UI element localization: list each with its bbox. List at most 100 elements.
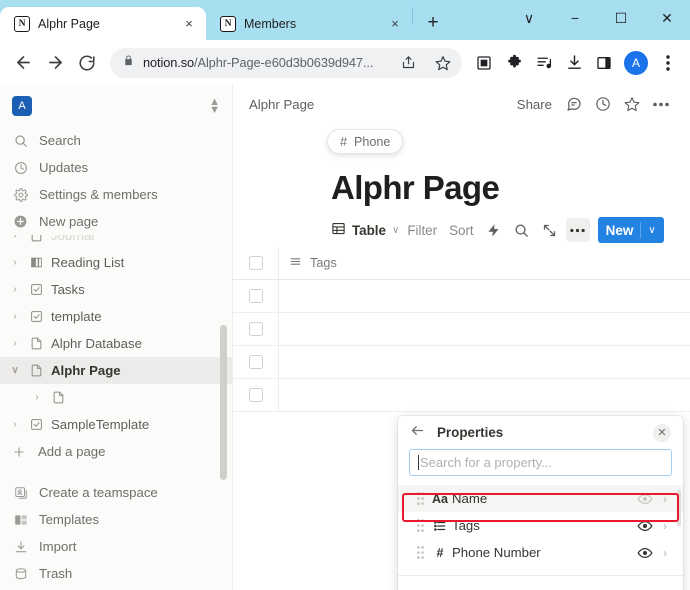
- select-all-checkbox[interactable]: [233, 256, 278, 270]
- close-icon[interactable]: ×: [386, 15, 404, 33]
- table-row[interactable]: [233, 378, 690, 412]
- capture-icon[interactable]: [470, 49, 498, 77]
- properties-scrollbar[interactable]: [677, 490, 681, 526]
- row-cell-tags[interactable]: [278, 345, 690, 379]
- sidebar-item-sampletemplate[interactable]: › SampleTemplate: [0, 411, 232, 438]
- close-icon[interactable]: ×: [180, 15, 198, 33]
- sidebar-item-new-page[interactable]: New page: [0, 208, 232, 235]
- close-icon[interactable]: ✕: [653, 423, 671, 442]
- new-property-button[interactable]: New property: [398, 583, 683, 590]
- sidebar-item-tasks[interactable]: › Tasks: [0, 276, 232, 303]
- star-icon[interactable]: [619, 91, 645, 117]
- sidebar-item-alphr-database[interactable]: › Alphr Database: [0, 330, 232, 357]
- chevron-right-icon[interactable]: ›: [8, 257, 22, 268]
- share-icon[interactable]: [395, 50, 421, 76]
- sidebar-item-settings-members[interactable]: Settings & members: [0, 181, 232, 208]
- address-bar[interactable]: notion.so/Alphr-Page-e60d3b0639d947...: [110, 47, 462, 78]
- property-row-name[interactable]: Aa Name ›: [398, 485, 683, 512]
- sidebar-add-a-page[interactable]: Add a page: [0, 438, 232, 465]
- close-window-icon[interactable]: ✕: [644, 0, 690, 36]
- row-cell-tags[interactable]: [278, 279, 690, 313]
- sidebar-item-templates[interactable]: Templates: [0, 506, 232, 533]
- property-row-phone-number[interactable]: # Phone Number ›: [398, 539, 683, 566]
- chevron-right-icon[interactable]: ›: [8, 284, 22, 295]
- side-panel-icon[interactable]: [590, 49, 618, 77]
- sort-button[interactable]: Sort: [445, 221, 478, 240]
- eye-icon[interactable]: [633, 545, 657, 561]
- more-dots-icon[interactable]: [648, 91, 674, 117]
- chevrons-updown-icon[interactable]: ▲ ▼: [209, 97, 220, 116]
- reload-icon[interactable]: [72, 48, 102, 78]
- back-arrow-icon[interactable]: [410, 423, 425, 442]
- drag-handle-icon[interactable]: [412, 546, 428, 559]
- extensions-puzzle-icon[interactable]: [500, 49, 528, 77]
- chevron-right-icon[interactable]: ›: [657, 546, 673, 560]
- avatar[interactable]: A: [624, 50, 648, 75]
- sidebar-item-import[interactable]: Import: [0, 533, 232, 560]
- lightning-icon[interactable]: [482, 218, 506, 242]
- clock-history-icon[interactable]: [590, 91, 616, 117]
- property-row-tags[interactable]: Tags ›: [398, 512, 683, 539]
- table-row[interactable]: [233, 279, 690, 313]
- reading-list-icon[interactable]: [530, 49, 558, 77]
- row-checkbox[interactable]: [233, 322, 278, 336]
- chevron-right-icon[interactable]: ›: [30, 392, 44, 403]
- back-arrow-icon[interactable]: [8, 48, 38, 78]
- chevron-down-icon[interactable]: ∨: [392, 225, 399, 236]
- sidebar-item-updates[interactable]: Updates: [0, 154, 232, 181]
- drag-preview-phone-number[interactable]: # Phone: [327, 129, 404, 154]
- search-icon[interactable]: [510, 218, 534, 242]
- eye-icon[interactable]: [633, 518, 657, 534]
- sidebar-item-trash[interactable]: Trash: [0, 560, 232, 587]
- star-icon[interactable]: [430, 50, 456, 76]
- breadcrumb[interactable]: Alphr Page: [249, 97, 314, 112]
- browser-tab-alphr-page[interactable]: N Alphr Page ×: [0, 7, 206, 40]
- sidebar-item-create-teamspace[interactable]: Create a teamspace: [0, 479, 232, 506]
- chevron-right-icon[interactable]: ›: [8, 338, 22, 349]
- chevron-down-icon[interactable]: ∨: [506, 0, 552, 36]
- row-cell-tags[interactable]: [278, 378, 690, 412]
- row-checkbox[interactable]: [233, 388, 278, 402]
- page-title[interactable]: Alphr Page: [331, 169, 690, 207]
- drag-handle-icon[interactable]: [412, 492, 428, 505]
- drag-handle-icon[interactable]: [412, 519, 428, 532]
- row-checkbox[interactable]: [233, 355, 278, 369]
- eye-icon[interactable]: [633, 491, 657, 507]
- sidebar-item-reading-list[interactable]: › Reading List: [0, 249, 232, 276]
- filter-button[interactable]: Filter: [403, 221, 441, 240]
- download-icon[interactable]: [560, 49, 588, 77]
- table-row[interactable]: [233, 312, 690, 346]
- table-row[interactable]: [233, 345, 690, 379]
- row-cell-tags[interactable]: [278, 312, 690, 346]
- row-checkbox[interactable]: [233, 289, 278, 303]
- expand-icon[interactable]: [538, 218, 562, 242]
- view-selector-table[interactable]: Table ∨: [331, 221, 399, 239]
- minimize-icon[interactable]: −: [552, 0, 598, 36]
- chevron-down-icon[interactable]: ∨: [648, 225, 655, 236]
- sidebar-clipped-item[interactable]: › Journal: [0, 235, 232, 249]
- sidebar-item-alphr-page[interactable]: ∨ Alphr Page: [0, 357, 232, 384]
- kebab-menu-icon[interactable]: [654, 49, 682, 77]
- property-search-input[interactable]: Search for a property...: [409, 449, 672, 476]
- notion-app: A ▲▼ Search Updates Settings & members: [0, 85, 690, 590]
- sidebar-scrollbar[interactable]: [220, 325, 227, 480]
- comment-icon[interactable]: [561, 91, 587, 117]
- new-button[interactable]: New ∨: [597, 217, 664, 243]
- maximize-icon[interactable]: ☐: [598, 0, 644, 36]
- chevron-right-icon[interactable]: ›: [657, 519, 673, 533]
- chevron-right-icon[interactable]: ›: [8, 311, 22, 322]
- more-dots-icon[interactable]: [565, 218, 590, 242]
- column-header-tags[interactable]: Tags: [278, 246, 690, 280]
- chevron-right-icon[interactable]: ›: [657, 492, 673, 506]
- chevron-down-icon[interactable]: ∨: [8, 365, 22, 376]
- sidebar-item-label: Trash: [39, 566, 73, 581]
- sidebar-item-search[interactable]: Search: [0, 127, 232, 154]
- workspace-switcher[interactable]: A ▲ ▼: [0, 85, 232, 127]
- forward-arrow-icon[interactable]: [40, 48, 70, 78]
- share-button[interactable]: Share: [511, 94, 558, 115]
- chevron-right-icon[interactable]: ›: [8, 419, 22, 430]
- sidebar-item-child-page[interactable]: ›: [0, 384, 232, 411]
- browser-tab-members[interactable]: N Members ×: [206, 7, 412, 40]
- sidebar-item-template[interactable]: › template: [0, 303, 232, 330]
- new-tab-button[interactable]: +: [419, 9, 447, 37]
